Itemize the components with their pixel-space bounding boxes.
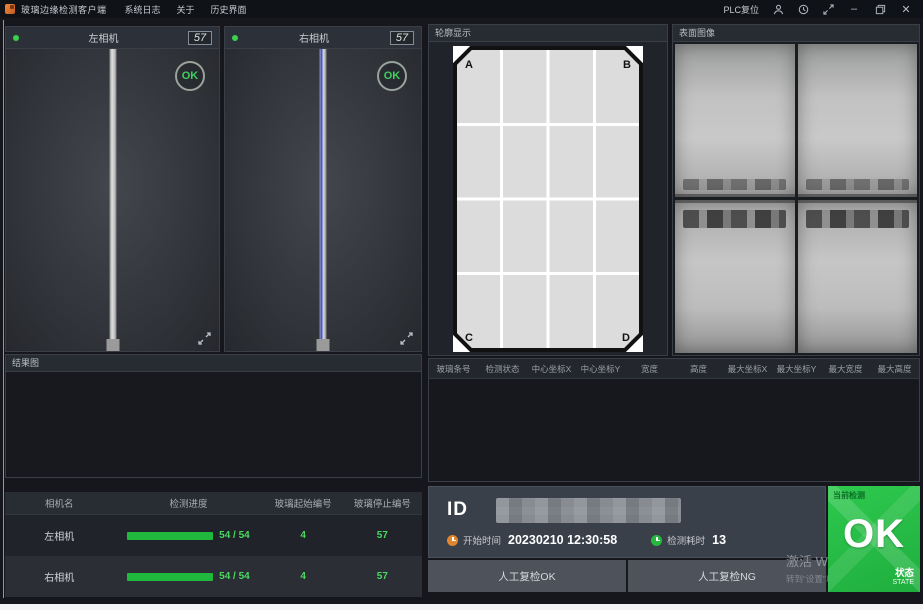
id-value-redacted	[496, 498, 681, 523]
clock-icon[interactable]	[797, 3, 809, 15]
menu-about[interactable]: 关于	[177, 3, 195, 16]
surface-image	[798, 44, 918, 197]
right-camera-count-field[interactable]: 57	[390, 31, 414, 45]
info-panel: ID 开始时间 20230210 12:30:58 检测耗时 13	[428, 486, 826, 558]
left-camera-title: 左相机	[19, 30, 188, 45]
camera-name-cell: 右相机	[5, 569, 113, 584]
glass-edge-image	[320, 49, 327, 341]
col-max-y: 最大坐标Y	[772, 363, 821, 375]
col-camera-name: 相机名	[5, 496, 113, 510]
expand-icon[interactable]	[400, 332, 413, 345]
progress-bar	[127, 573, 213, 581]
left-camera-panel: 左相机 57 OK	[5, 26, 220, 352]
plc-reset-button[interactable]: PLC复位	[723, 3, 759, 16]
col-width: 宽度	[625, 363, 674, 375]
left-camera-view: OK	[6, 49, 219, 351]
contour-panel-title: 轮廓显示	[429, 25, 667, 42]
left-camera-header: 左相机 57	[6, 27, 219, 49]
col-start-no: 玻璃起始编号	[264, 496, 343, 510]
title-bar: 玻璃边缘检测客户端 系统日志 关于 历史界面 PLC复位 – ✕	[0, 0, 923, 18]
surface-panel: 表面图像	[672, 24, 920, 356]
col-stop-no: 玻璃停止编号	[343, 496, 422, 510]
window-title: 玻璃边缘检测客户端	[21, 3, 107, 16]
start-time-clock-icon	[447, 535, 458, 546]
stop-no-cell: 57	[343, 530, 422, 541]
corner-label-b: B	[623, 59, 631, 71]
app-window: 玻璃边缘检测客户端 系统日志 关于 历史界面 PLC复位 – ✕ 左相机	[0, 0, 923, 604]
surface-image	[675, 200, 795, 353]
detection-result-badge: 当前检测 OK 状态 STATE	[828, 486, 920, 592]
detection-table-header: 玻璃条号 检测状态 中心坐标X 中心坐标Y 宽度 高度 最大坐标X 最大坐标Y …	[429, 359, 919, 379]
col-max-height: 最大高度	[870, 363, 919, 375]
glass-edge-image	[109, 49, 116, 341]
surface-image	[675, 44, 795, 197]
result-image-view	[6, 372, 421, 477]
user-icon[interactable]	[772, 3, 784, 15]
camera-name-cell: 左相机	[5, 528, 113, 543]
surface-image	[798, 200, 918, 353]
surface-panel-title: 表面图像	[673, 25, 919, 42]
left-camera-count-field[interactable]: 57	[188, 31, 212, 45]
col-status: 检测状态	[478, 363, 527, 375]
elapsed-clock-icon	[651, 535, 662, 546]
recheck-buttons: 人工复检OK 人工复检NG	[428, 560, 826, 592]
right-camera-header: 右相机 57	[225, 27, 421, 49]
app-logo-icon	[5, 4, 15, 14]
minimize-button[interactable]: –	[847, 3, 861, 15]
contour-view: A B C D	[429, 42, 667, 355]
menu-history[interactable]: 历史界面	[211, 3, 247, 16]
col-center-x: 中心坐标X	[527, 363, 576, 375]
result-image-panel: 结果图	[5, 354, 422, 478]
progress-value: 54 / 54	[219, 571, 250, 582]
detection-table-body[interactable]	[429, 379, 919, 481]
corner-label-a: A	[465, 59, 473, 71]
start-no-cell: 4	[264, 530, 343, 541]
start-time-value: 20230210 12:30:58	[508, 533, 617, 547]
col-max-x: 最大坐标X	[723, 363, 772, 375]
screen-edge	[0, 604, 923, 610]
stop-no-cell: 57	[343, 571, 422, 582]
right-camera-title: 右相机	[238, 30, 390, 45]
id-label: ID	[447, 499, 468, 521]
manual-recheck-ok-button[interactable]: 人工复检OK	[428, 560, 626, 592]
col-progress: 检测进度	[113, 496, 263, 510]
contour-panel: 轮廓显示 A B C D	[428, 24, 668, 356]
menu-system-log[interactable]: 系统日志	[125, 3, 161, 16]
surface-image-grid	[673, 42, 919, 355]
progress-table-header: 相机名 检测进度 玻璃起始编号 玻璃停止编号	[5, 492, 422, 515]
col-glass-no: 玻璃条号	[429, 363, 478, 375]
progress-table: 相机名 检测进度 玻璃起始编号 玻璃停止编号 左相机 54 / 54 4 57 …	[5, 492, 422, 601]
restore-button[interactable]	[874, 3, 886, 15]
progress-value: 54 / 54	[219, 530, 250, 541]
right-camera-ok-badge: OK	[377, 61, 407, 91]
table-row[interactable]: 左相机 54 / 54 4 57	[5, 515, 422, 556]
badge-label: 当前检测	[833, 490, 865, 501]
state-sublabel: STATE	[892, 579, 914, 587]
col-max-width: 最大宽度	[821, 363, 870, 375]
manual-recheck-ng-button[interactable]: 人工复检NG	[628, 560, 826, 592]
expand-icon[interactable]	[198, 332, 211, 345]
corner-label-c: C	[465, 332, 473, 344]
right-camera-panel: 右相机 57 OK	[224, 26, 422, 352]
fullscreen-icon[interactable]	[822, 3, 834, 15]
elapsed-value: 13	[712, 533, 726, 547]
elapsed-label: 检测耗时	[667, 533, 705, 547]
close-button[interactable]: ✕	[899, 3, 913, 16]
start-no-cell: 4	[264, 571, 343, 582]
left-camera-ok-badge: OK	[175, 61, 205, 91]
progress-bar	[127, 532, 213, 540]
col-center-y: 中心坐标Y	[576, 363, 625, 375]
window-edge	[3, 20, 4, 598]
glass-contour-graphic: A B C D	[453, 46, 643, 352]
table-row[interactable]: 右相机 54 / 54 4 57	[5, 556, 422, 597]
state-label: 状态	[892, 569, 914, 579]
result-value: OK	[828, 512, 920, 557]
desktop: 玻璃边缘检测客户端 系统日志 关于 历史界面 PLC复位 – ✕ 左相机	[0, 0, 923, 610]
result-panel-title: 结果图	[6, 355, 421, 372]
col-height: 高度	[674, 363, 723, 375]
right-camera-view: OK	[225, 49, 421, 351]
detection-table: 玻璃条号 检测状态 中心坐标X 中心坐标Y 宽度 高度 最大坐标X 最大坐标Y …	[428, 358, 920, 482]
corner-label-d: D	[622, 332, 630, 344]
start-time-label: 开始时间	[463, 533, 501, 547]
